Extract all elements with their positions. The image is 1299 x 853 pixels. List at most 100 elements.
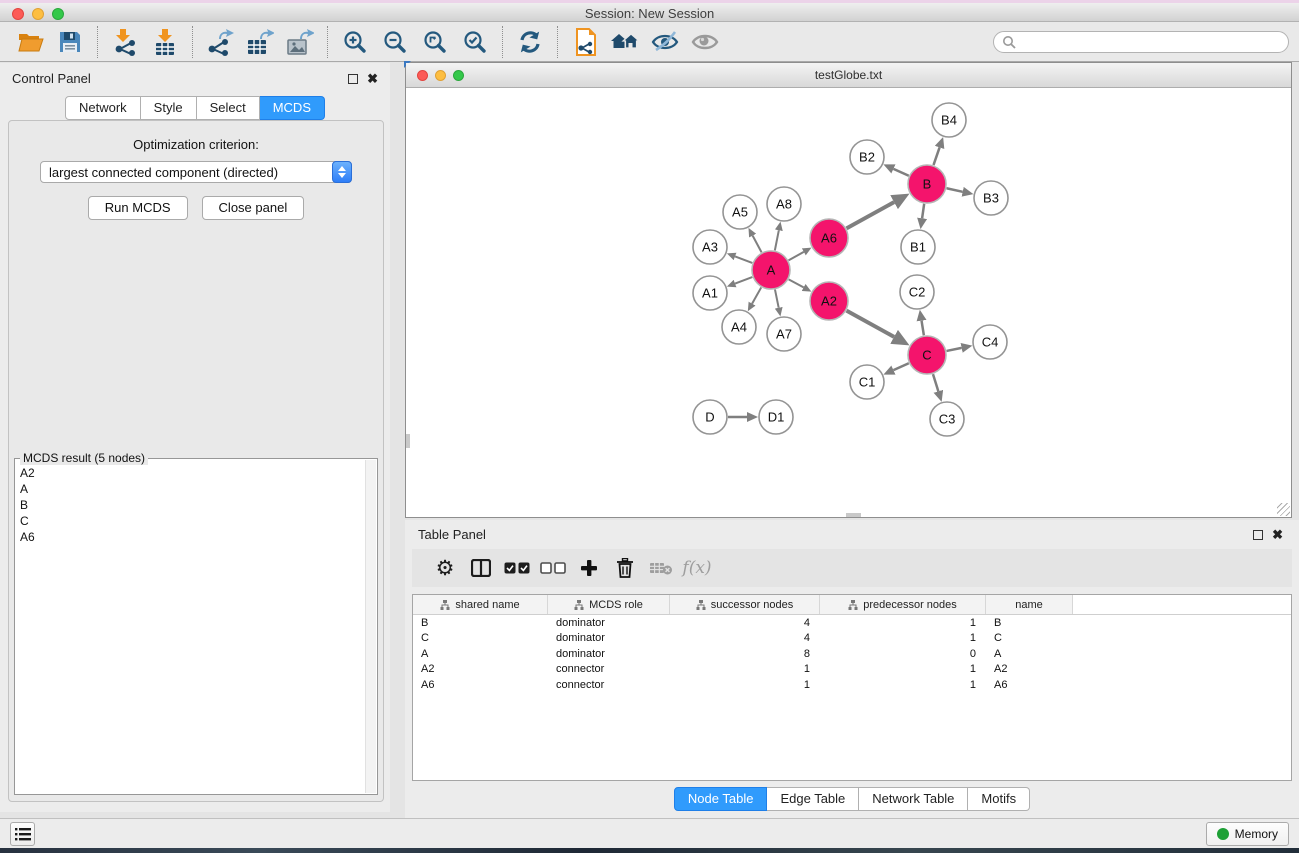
table-cell[interactable]: B bbox=[413, 617, 548, 629]
column-header-mcds-role[interactable]: MCDS role bbox=[548, 595, 670, 614]
table-cell[interactable]: 4 bbox=[670, 617, 820, 629]
network-from-file-button[interactable] bbox=[570, 27, 600, 57]
hide-graphics-button[interactable] bbox=[650, 27, 680, 57]
graph-edge-B-B3[interactable] bbox=[947, 188, 963, 192]
show-tasks-button[interactable] bbox=[10, 822, 35, 846]
run-mcds-button[interactable]: Run MCDS bbox=[88, 196, 188, 220]
graph-edge-A-A5[interactable] bbox=[753, 236, 762, 253]
search-input[interactable] bbox=[1021, 35, 1280, 49]
table-cell[interactable]: C bbox=[413, 632, 548, 644]
save-session-button[interactable] bbox=[55, 27, 85, 57]
tab-network[interactable]: Network bbox=[65, 96, 141, 120]
select-all-columns-button[interactable] bbox=[499, 553, 535, 583]
graph-edge-C-C3[interactable] bbox=[933, 374, 938, 391]
graph-edge-A-A2[interactable] bbox=[789, 279, 804, 287]
table-cell[interactable]: connector bbox=[548, 663, 670, 675]
optimization-criterion-select[interactable]: largest connected component (directed) bbox=[40, 161, 352, 183]
graph-edge-A-A6[interactable] bbox=[789, 252, 804, 260]
table-cell[interactable]: dominator bbox=[548, 632, 670, 644]
tab-style[interactable]: Style bbox=[141, 96, 197, 120]
graph-edge-A-A3[interactable] bbox=[735, 256, 752, 262]
tab-motifs[interactable]: Motifs bbox=[968, 787, 1030, 811]
column-header-shared-name[interactable]: shared name bbox=[413, 595, 548, 614]
table-cell[interactable]: 1 bbox=[820, 663, 986, 675]
float-panel-icon[interactable] bbox=[348, 74, 358, 84]
refresh-button[interactable] bbox=[515, 27, 545, 57]
table-cell[interactable]: C bbox=[986, 632, 1073, 644]
open-session-button[interactable] bbox=[15, 27, 45, 57]
tab-node-table[interactable]: Node Table bbox=[674, 787, 768, 811]
result-item[interactable]: A2 bbox=[20, 465, 372, 481]
import-table-button[interactable] bbox=[150, 27, 180, 57]
result-item[interactable]: A bbox=[20, 481, 372, 497]
resize-grip-icon[interactable] bbox=[1277, 503, 1290, 516]
graph-edge-A6-B[interactable] bbox=[847, 202, 895, 228]
zoom-in-button[interactable] bbox=[340, 27, 370, 57]
table-cell[interactable]: 1 bbox=[670, 679, 820, 691]
search-field[interactable] bbox=[993, 31, 1289, 53]
horizontal-scroll-thumb[interactable] bbox=[846, 513, 861, 517]
table-cell[interactable]: dominator bbox=[548, 648, 670, 660]
zoom-selected-button[interactable] bbox=[460, 27, 490, 57]
delete-column-button[interactable] bbox=[607, 553, 643, 583]
table-row[interactable]: A2connector11A2 bbox=[413, 662, 1291, 678]
vertical-scroll-thumb[interactable] bbox=[406, 434, 410, 448]
table-row[interactable]: Bdominator41B bbox=[413, 615, 1291, 631]
table-cell[interactable]: A2 bbox=[413, 663, 548, 675]
table-cell[interactable]: A6 bbox=[986, 679, 1073, 691]
table-row[interactable]: Cdominator41C bbox=[413, 631, 1291, 647]
table-cell[interactable]: 1 bbox=[820, 679, 986, 691]
result-item[interactable]: B bbox=[20, 497, 372, 513]
close-panel-button[interactable]: Close panel bbox=[202, 196, 305, 220]
import-network-button[interactable] bbox=[110, 27, 140, 57]
graph-edge-C-C2[interactable] bbox=[922, 321, 924, 336]
table-settings-button[interactable]: ⚙ bbox=[427, 553, 463, 583]
table-cell[interactable]: 1 bbox=[670, 663, 820, 675]
graph-edge-A-A4[interactable] bbox=[752, 287, 761, 303]
table-cell[interactable]: 0 bbox=[820, 648, 986, 660]
table-cell[interactable]: A bbox=[413, 648, 548, 660]
unselect-all-columns-button[interactable] bbox=[535, 553, 571, 583]
network-canvas[interactable]: B4B2BB3A5A8A6A3B1AA1A2C2A4A7CC4C1C3DD1 bbox=[406, 88, 1291, 517]
result-item[interactable]: A6 bbox=[20, 529, 372, 545]
table-cell[interactable]: 8 bbox=[670, 648, 820, 660]
column-header-predecessor-nodes[interactable]: predecessor nodes bbox=[820, 595, 986, 614]
table-cell[interactable]: 1 bbox=[820, 617, 986, 629]
export-network-button[interactable] bbox=[205, 27, 235, 57]
table-cell[interactable]: dominator bbox=[548, 617, 670, 629]
float-table-panel-icon[interactable] bbox=[1253, 530, 1263, 540]
zoom-fit-button[interactable] bbox=[420, 27, 450, 57]
table-row[interactable]: Adominator80A bbox=[413, 646, 1291, 662]
graph-edge-B-B4[interactable] bbox=[934, 147, 940, 165]
result-item[interactable]: C bbox=[20, 513, 372, 529]
graph-edge-C-C1[interactable] bbox=[893, 363, 908, 370]
graph-edge-C-C4[interactable] bbox=[947, 348, 962, 351]
create-column-button[interactable] bbox=[571, 553, 607, 583]
show-columns-button[interactable] bbox=[463, 553, 499, 583]
table-cell[interactable]: A2 bbox=[986, 663, 1073, 675]
table-cell[interactable]: 4 bbox=[670, 632, 820, 644]
memory-button[interactable]: Memory bbox=[1206, 822, 1289, 846]
column-header-name[interactable]: name bbox=[986, 595, 1073, 614]
graph-edge-B-B1[interactable] bbox=[922, 204, 924, 218]
table-cell[interactable]: A6 bbox=[413, 679, 548, 691]
tab-edge-table[interactable]: Edge Table bbox=[767, 787, 859, 811]
graph-edge-B-B2[interactable] bbox=[893, 169, 908, 176]
graph-edge-A2-C[interactable] bbox=[847, 311, 895, 337]
show-all-networks-button[interactable] bbox=[610, 27, 640, 57]
result-scrollbar[interactable] bbox=[365, 460, 376, 793]
tab-network-table[interactable]: Network Table bbox=[859, 787, 968, 811]
close-panel-icon[interactable]: ✖ bbox=[367, 74, 378, 84]
table-cell[interactable]: 1 bbox=[820, 632, 986, 644]
export-image-button[interactable] bbox=[285, 27, 315, 57]
tab-mcds[interactable]: MCDS bbox=[260, 96, 325, 120]
graph-edge-A-A8[interactable] bbox=[775, 230, 779, 250]
table-cell[interactable]: connector bbox=[548, 679, 670, 691]
table-cell[interactable]: A bbox=[986, 648, 1073, 660]
close-table-panel-icon[interactable]: ✖ bbox=[1272, 530, 1283, 540]
show-graphics-button[interactable] bbox=[690, 27, 720, 57]
graph-edge-A-A7[interactable] bbox=[775, 290, 779, 308]
tab-select[interactable]: Select bbox=[197, 96, 260, 120]
graph-edge-A-A1[interactable] bbox=[735, 277, 752, 283]
table-cell[interactable]: B bbox=[986, 617, 1073, 629]
